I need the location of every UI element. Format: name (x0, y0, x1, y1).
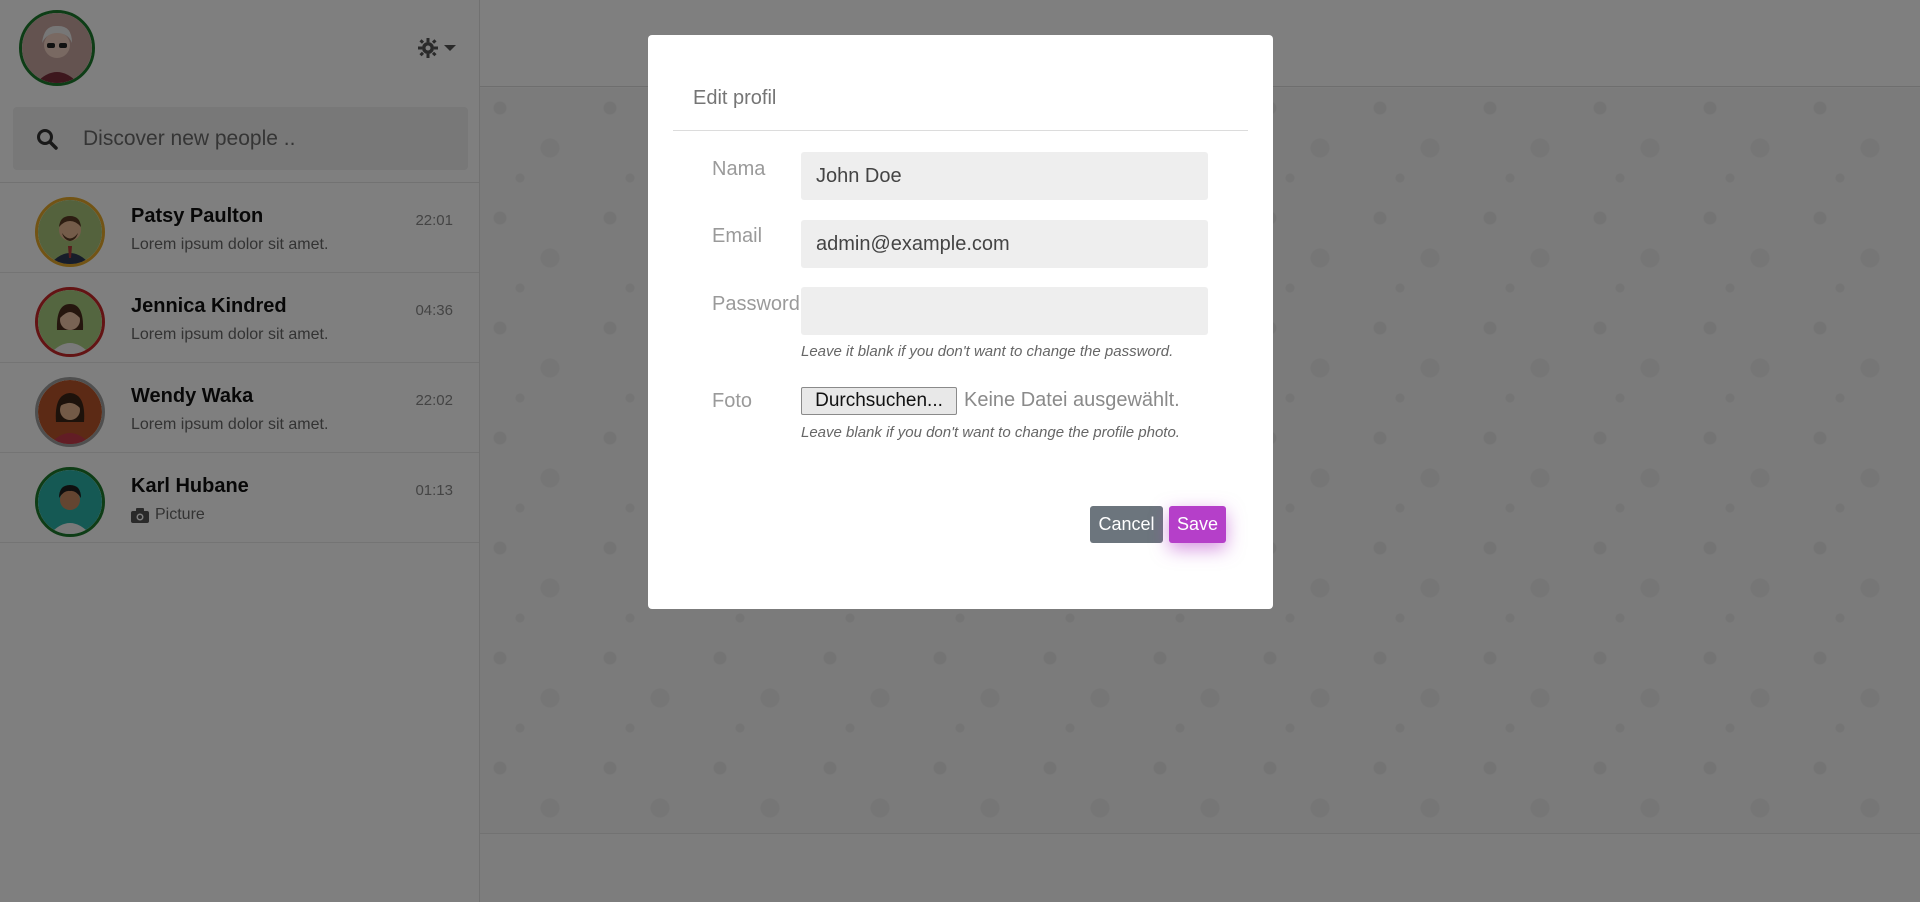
modal-title: Edit profil (693, 87, 777, 109)
email-field[interactable]: admin@example.com (801, 220, 1208, 268)
password-field[interactable] (801, 287, 1208, 335)
name-label: Nama (712, 158, 766, 180)
photo-help: Leave blank if you don't want to change … (801, 424, 1180, 441)
photo-label: Foto (712, 390, 753, 412)
password-label: Password (712, 293, 800, 315)
name-field[interactable]: John Doe (801, 152, 1208, 200)
cancel-button[interactable]: Cancel (1090, 506, 1163, 543)
browse-file-button[interactable]: Durchsuchen... (801, 387, 957, 415)
file-status: Keine Datei ausgewählt. (964, 389, 1180, 411)
edit-profile-modal: Edit profil Nama John Doe Email admin@ex… (648, 35, 1273, 609)
email-label: Email (712, 225, 763, 247)
divider (673, 130, 1248, 131)
save-button[interactable]: Save (1169, 506, 1226, 543)
password-help: Leave it blank if you don't want to chan… (801, 343, 1174, 360)
